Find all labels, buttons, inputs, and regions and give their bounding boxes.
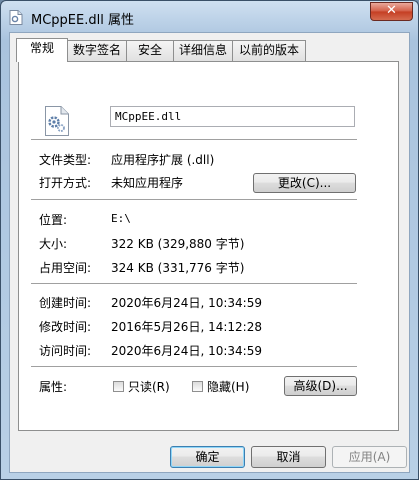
modified-label: 修改时间:	[39, 320, 92, 334]
size-value: 322 KB (329,880 字节)	[111, 237, 245, 251]
hidden-checkbox[interactable]	[192, 381, 203, 392]
tab-general[interactable]: 常规	[16, 38, 68, 62]
readonly-label[interactable]: 只读(R)	[128, 378, 170, 395]
close-icon: ✕	[386, 3, 397, 18]
location-label: 位置:	[39, 213, 68, 227]
tab-details[interactable]: 详细信息	[173, 40, 233, 61]
general-tab-panel: MCppEE.dll 文件类型: 应用程序扩展 (.dll) 打开方式: 未知应…	[18, 61, 399, 431]
size-on-disk-value: 324 KB (331,776 字节)	[111, 261, 245, 275]
open-with-label: 打开方式:	[39, 176, 92, 190]
separator	[31, 199, 357, 201]
file-icon	[9, 10, 23, 25]
separator	[31, 283, 357, 285]
modified-value: 2016年5月26日, 14:12:28	[111, 320, 262, 334]
file-type-label: 文件类型:	[39, 153, 92, 167]
file-type-value: 应用程序扩展 (.dll)	[111, 153, 215, 167]
advanced-button[interactable]: 高级(D)...	[284, 376, 357, 396]
accessed-label: 访问时间:	[39, 344, 92, 358]
properties-window: MCppEE.dll 属性 ✕ 常规 数字签名 安全 详细信息 以前的版本 MC…	[0, 0, 419, 480]
size-on-disk-label: 占用空间:	[39, 261, 92, 275]
window-title: MCppEE.dll 属性	[31, 13, 134, 28]
title-bar[interactable]: MCppEE.dll 属性 ✕	[1, 1, 418, 33]
apply-button[interactable]: 应用(A)	[332, 446, 407, 468]
close-button[interactable]: ✕	[370, 2, 413, 21]
dll-file-icon	[44, 106, 70, 136]
created-value: 2020年6月24日, 10:34:59	[111, 296, 262, 310]
hidden-label[interactable]: 隐藏(H)	[207, 378, 249, 395]
size-label: 大小:	[39, 237, 68, 251]
cancel-button[interactable]: 取消	[251, 446, 326, 468]
created-label: 创建时间:	[39, 296, 92, 310]
location-value: E:\	[111, 212, 131, 225]
file-name-input[interactable]: MCppEE.dll	[110, 106, 355, 127]
readonly-checkbox[interactable]	[113, 381, 124, 392]
separator	[31, 139, 357, 141]
tab-digital-signatures[interactable]: 数字签名	[67, 40, 127, 61]
attributes-label: 属性:	[39, 380, 68, 394]
ok-button[interactable]: 确定	[170, 446, 245, 468]
open-with-value: 未知应用程序	[111, 176, 184, 190]
dialog-body: 常规 数字签名 安全 详细信息 以前的版本 MCppEE.dll 文件类型: 应…	[9, 32, 410, 473]
tab-security[interactable]: 安全	[126, 40, 174, 61]
accessed-value: 2020年6月24日, 10:34:59	[111, 344, 262, 358]
tab-previous-versions[interactable]: 以前的版本	[232, 40, 306, 61]
separator	[31, 366, 357, 368]
change-button[interactable]: 更改(C)...	[253, 173, 356, 193]
